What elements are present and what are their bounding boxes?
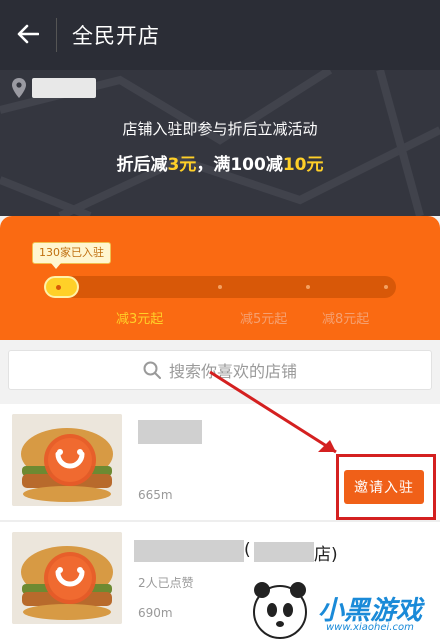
search-section: 搜索你喜欢的店铺 — [0, 340, 440, 400]
page-title: 全民开店 — [72, 24, 160, 48]
store-thumbnail — [12, 532, 122, 624]
progress-fill — [44, 276, 80, 298]
appbar-divider — [56, 18, 57, 52]
tier-label-2: 减5元起 — [240, 312, 288, 327]
store-name-paren-open: ( — [244, 540, 251, 560]
promo-banner: 店铺入驻即参与折后立减活动 折后减3元，满100减10元 — [0, 70, 440, 216]
store-name-redacted — [138, 420, 202, 444]
search-icon — [143, 361, 161, 379]
promo-mid: ，满100减 — [196, 155, 283, 175]
promo-line-1: 店铺入驻即参与折后立减活动 — [122, 120, 318, 138]
back-arrow-icon — [17, 24, 39, 44]
watermark-url: www.xiaohei.com — [326, 622, 414, 633]
tier-label-3: 减8元起 — [322, 312, 370, 327]
highlight-annotation-box — [336, 454, 436, 520]
search-input[interactable]: 搜索你喜欢的店铺 — [8, 350, 432, 390]
app-bar: 全民开店 — [0, 0, 440, 70]
store-likes: 2人已点赞 — [138, 576, 194, 590]
store-distance: 690m — [138, 606, 173, 620]
promo-value-2: 10元 — [282, 155, 324, 175]
store-distance: 665m — [138, 488, 173, 502]
tier-label-1: 减3元起 — [116, 312, 164, 327]
burger-logo-image — [12, 414, 122, 506]
store-name-redacted — [134, 540, 244, 562]
location-redacted — [32, 78, 96, 98]
progress-card: 130家已入驻 减3元起 减5元起 减8元起 — [0, 216, 440, 340]
progress-milestone-dot — [384, 285, 388, 289]
progress-track — [44, 276, 396, 298]
joined-count-tooltip: 130家已入驻 — [32, 242, 111, 269]
progress-milestone-dot — [306, 285, 310, 289]
promo-line-2: 折后减3元，满100减10元 — [0, 150, 440, 175]
back-button[interactable] — [8, 14, 48, 54]
burger-logo-image — [12, 532, 122, 624]
store-branch-redacted — [254, 542, 314, 562]
progress-milestone-dot — [218, 285, 222, 289]
store-thumbnail — [12, 414, 122, 506]
promo-value-1: 3元 — [167, 155, 197, 175]
search-placeholder: 搜索你喜欢的店铺 — [168, 362, 297, 381]
store-name-paren-close: 店) — [314, 545, 338, 565]
progress-fill-dot — [56, 285, 61, 290]
promo-prefix: 折后减 — [116, 155, 168, 175]
location-pin-icon — [12, 78, 26, 98]
